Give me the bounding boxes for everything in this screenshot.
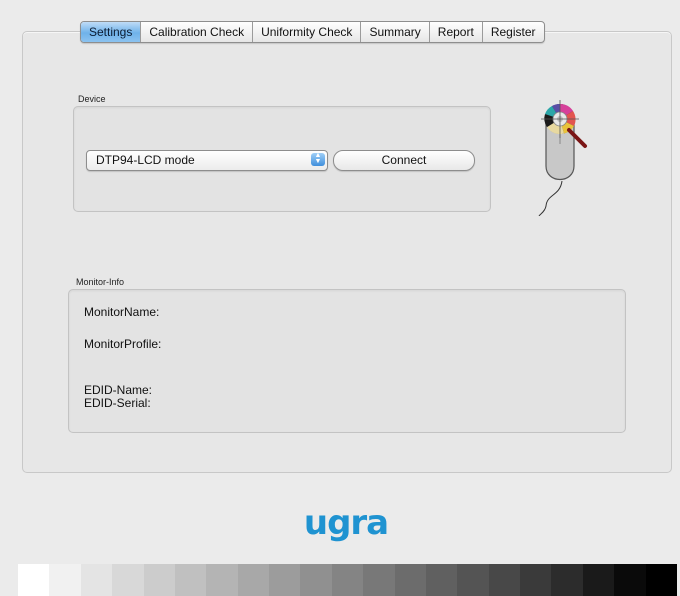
gray-ramp-swatch [174,564,207,596]
colorimeter-mouse-icon [538,100,587,216]
edid-name-label: EDID-Name: [84,383,153,397]
gray-ramp-swatch [112,564,144,596]
instrument-select[interactable]: DTP94-LCD mode ▲ ▼ [86,150,328,171]
monitor-profile-label: MonitorProfile: [84,337,162,351]
connect-button[interactable]: Connect [333,150,475,171]
monitor-name-label: MonitorName: [84,305,160,319]
instrument-select-value: DTP94-LCD mode [96,153,195,167]
app-window: Settings Calibration Check Uniformity Ch… [0,0,680,596]
gray-ramp-swatch [582,564,615,596]
gray-ramp-swatch [143,564,175,596]
gray-ramp-swatch [206,564,238,596]
gray-ramp-swatch [331,564,364,596]
gray-ramp-swatch [363,564,395,596]
gray-ramp-swatch [80,564,113,596]
tab-settings[interactable]: Settings [81,22,141,42]
ugra-logo: ugra [303,503,389,543]
gray-ramp-swatch [457,564,489,596]
gray-ramp [18,564,677,596]
gray-ramp-swatch [488,564,520,596]
tab-bar: Settings Calibration Check Uniformity Ch… [80,21,545,43]
gray-ramp-swatch [520,564,552,596]
gray-ramp-swatch [300,564,332,596]
tab-report[interactable]: Report [428,22,482,42]
gray-ramp-swatch [614,564,646,596]
tab-register[interactable]: Register [481,22,544,42]
gray-ramp-swatch [269,564,301,596]
gray-ramp-swatch [425,564,458,596]
edid-serial-label: EDID-Serial: [84,396,151,410]
tab-uniformity-check[interactable]: Uniformity Check [252,22,360,42]
gray-ramp-swatch [394,564,426,596]
tab-calibration-check[interactable]: Calibration Check [140,22,252,42]
gray-ramp-swatch [551,564,583,596]
gray-ramp-swatch [237,564,269,596]
tab-summary[interactable]: Summary [360,22,428,42]
gray-ramp-swatch [49,564,81,596]
gray-ramp-swatch [645,564,677,596]
gray-ramp-swatch [18,564,50,596]
device-group-label: Device [78,94,106,104]
monitor-info-group-label: Monitor-Info [76,277,125,287]
updown-arrows-icon: ▲ ▼ [311,152,325,166]
